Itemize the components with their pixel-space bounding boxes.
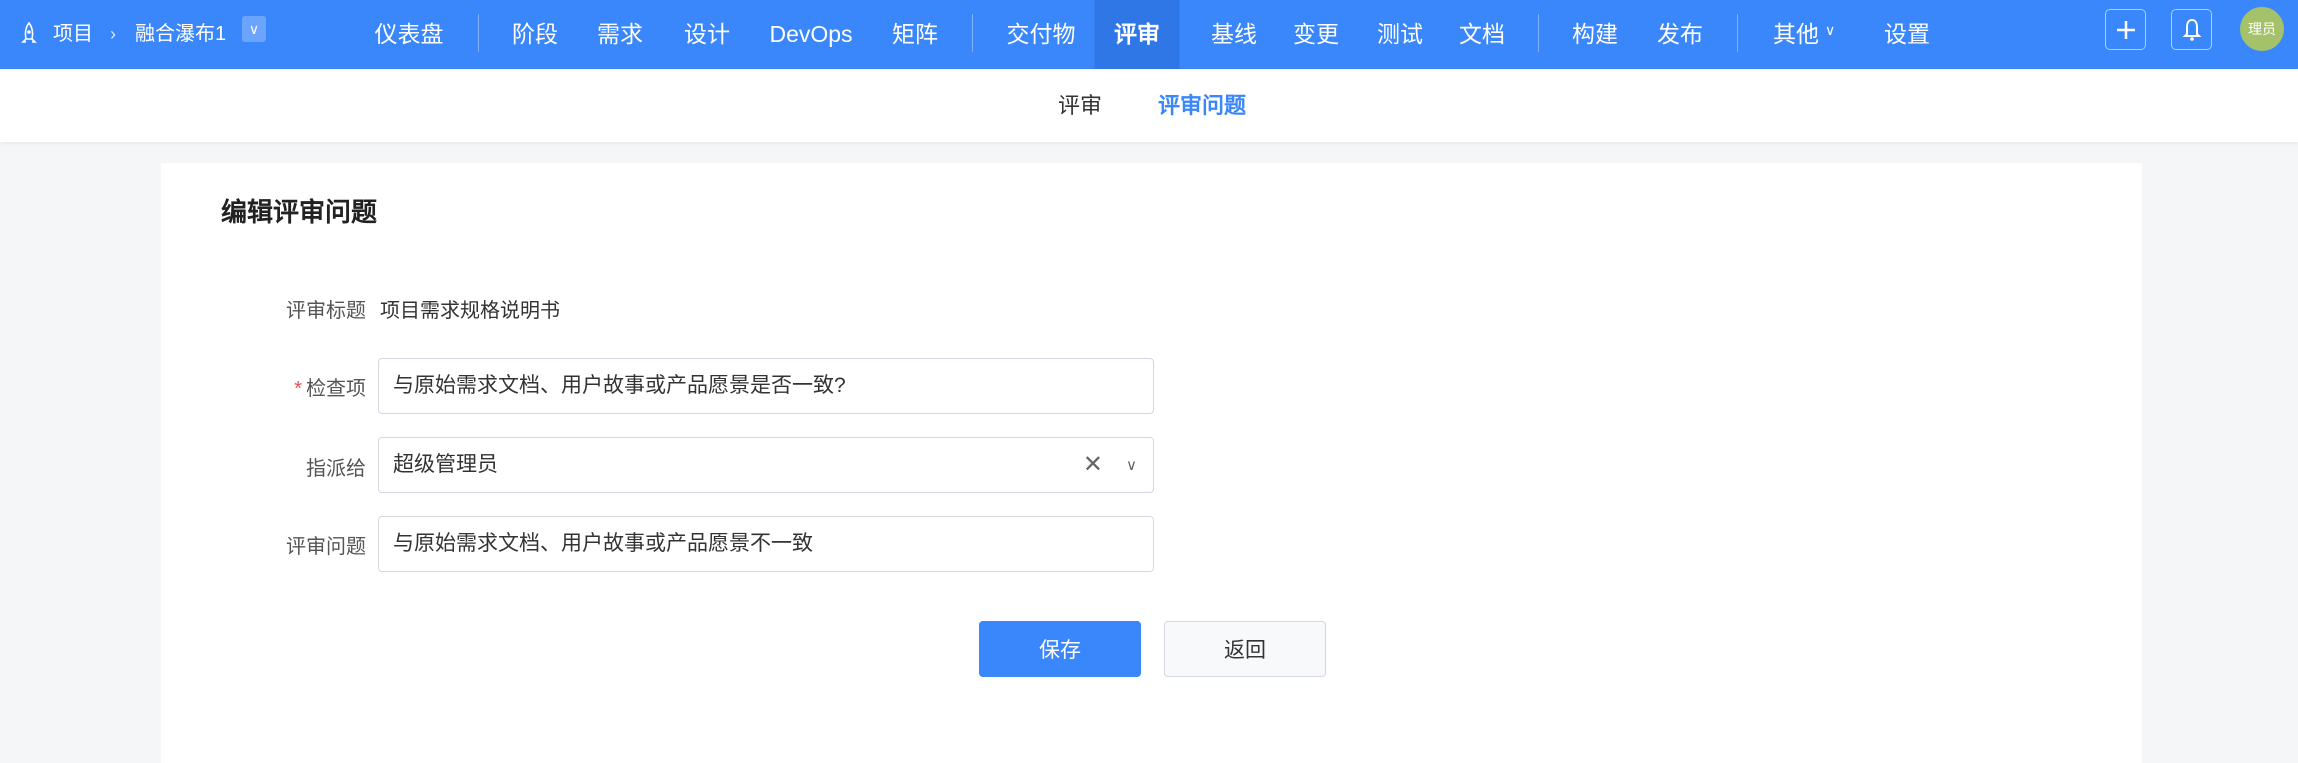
nav-divider — [478, 14, 479, 52]
tab-review-issues[interactable]: 评审问题 — [1158, 69, 1246, 142]
issue-input[interactable]: 与原始需求文档、用户故事或产品愿景不一致 — [378, 516, 1154, 572]
breadcrumb-chevron-icon: › — [110, 24, 116, 44]
assignee-label: 指派给 — [306, 458, 366, 480]
chevron-down-icon[interactable]: ∨ — [1126, 439, 1137, 492]
bell-icon — [2182, 18, 2201, 41]
check-item-label: * 检查项 — [166, 372, 366, 401]
chevron-down-icon: ∨ — [1825, 22, 1836, 38]
nav-item-dashboard[interactable]: 仪表盘 — [375, 0, 444, 69]
back-button[interactable]: 返回 — [1164, 621, 1326, 677]
rocket-icon — [20, 21, 38, 49]
breadcrumb-project-name[interactable]: 融合瀑布1 — [135, 0, 226, 69]
nav-divider — [1538, 14, 1539, 52]
nav-item-review[interactable]: 评审 — [1094, 0, 1180, 69]
nav-item-design[interactable]: 设计 — [684, 0, 730, 69]
required-mark: * — [294, 378, 302, 400]
review-title-label: 评审标题 — [286, 300, 366, 322]
clear-icon[interactable]: ✕ — [1083, 438, 1103, 491]
nav-item-requirements[interactable]: 需求 — [597, 0, 643, 69]
save-button[interactable]: 保存 — [979, 621, 1141, 677]
check-item-label-text: 检查项 — [306, 378, 366, 400]
nav-item-deliverables[interactable]: 交付物 — [1007, 0, 1076, 69]
issue-label: 评审问题 — [286, 536, 366, 558]
nav-divider — [1737, 14, 1738, 52]
nav-item-other[interactable]: 其他 — [1773, 0, 1819, 69]
nav-item-release[interactable]: 发布 — [1657, 0, 1703, 69]
check-item-input[interactable]: 与原始需求文档、用户故事或产品愿景是否一致? — [378, 358, 1154, 414]
nav-divider — [972, 14, 973, 52]
plus-icon — [2116, 20, 2135, 39]
top-nav: 项目 › 融合瀑布1 ∨ 仪表盘 阶段 需求 设计 DevOps 矩阵 交付物 … — [0, 0, 2298, 69]
breadcrumb-project[interactable]: 项目 — [53, 0, 93, 69]
project-dropdown-chevron-icon[interactable]: ∨ — [242, 16, 266, 42]
nav-item-settings[interactable]: 设置 — [1884, 0, 1930, 69]
nav-item-stage[interactable]: 阶段 — [512, 0, 558, 69]
page-title: 编辑评审问题 — [221, 197, 378, 227]
nav-item-matrix[interactable]: 矩阵 — [892, 0, 938, 69]
avatar[interactable]: 理员 — [2240, 7, 2284, 51]
sub-nav: 评审 评审问题 — [0, 69, 2298, 142]
notifications-button[interactable] — [2171, 9, 2212, 50]
nav-item-baseline[interactable]: 基线 — [1211, 0, 1257, 69]
nav-item-docs[interactable]: 文档 — [1459, 0, 1505, 69]
assignee-select[interactable]: 超级管理员 ✕ ∨ — [378, 437, 1154, 493]
nav-item-test[interactable]: 测试 — [1377, 0, 1423, 69]
assignee-value: 超级管理员 — [393, 453, 498, 476]
nav-item-change[interactable]: 变更 — [1293, 0, 1339, 69]
add-button[interactable] — [2105, 9, 2146, 50]
nav-item-build[interactable]: 构建 — [1572, 0, 1618, 69]
review-title-value: 项目需求规格说明书 — [380, 300, 560, 322]
tab-review[interactable]: 评审 — [1058, 69, 1102, 142]
nav-item-devops[interactable]: DevOps — [769, 0, 852, 69]
